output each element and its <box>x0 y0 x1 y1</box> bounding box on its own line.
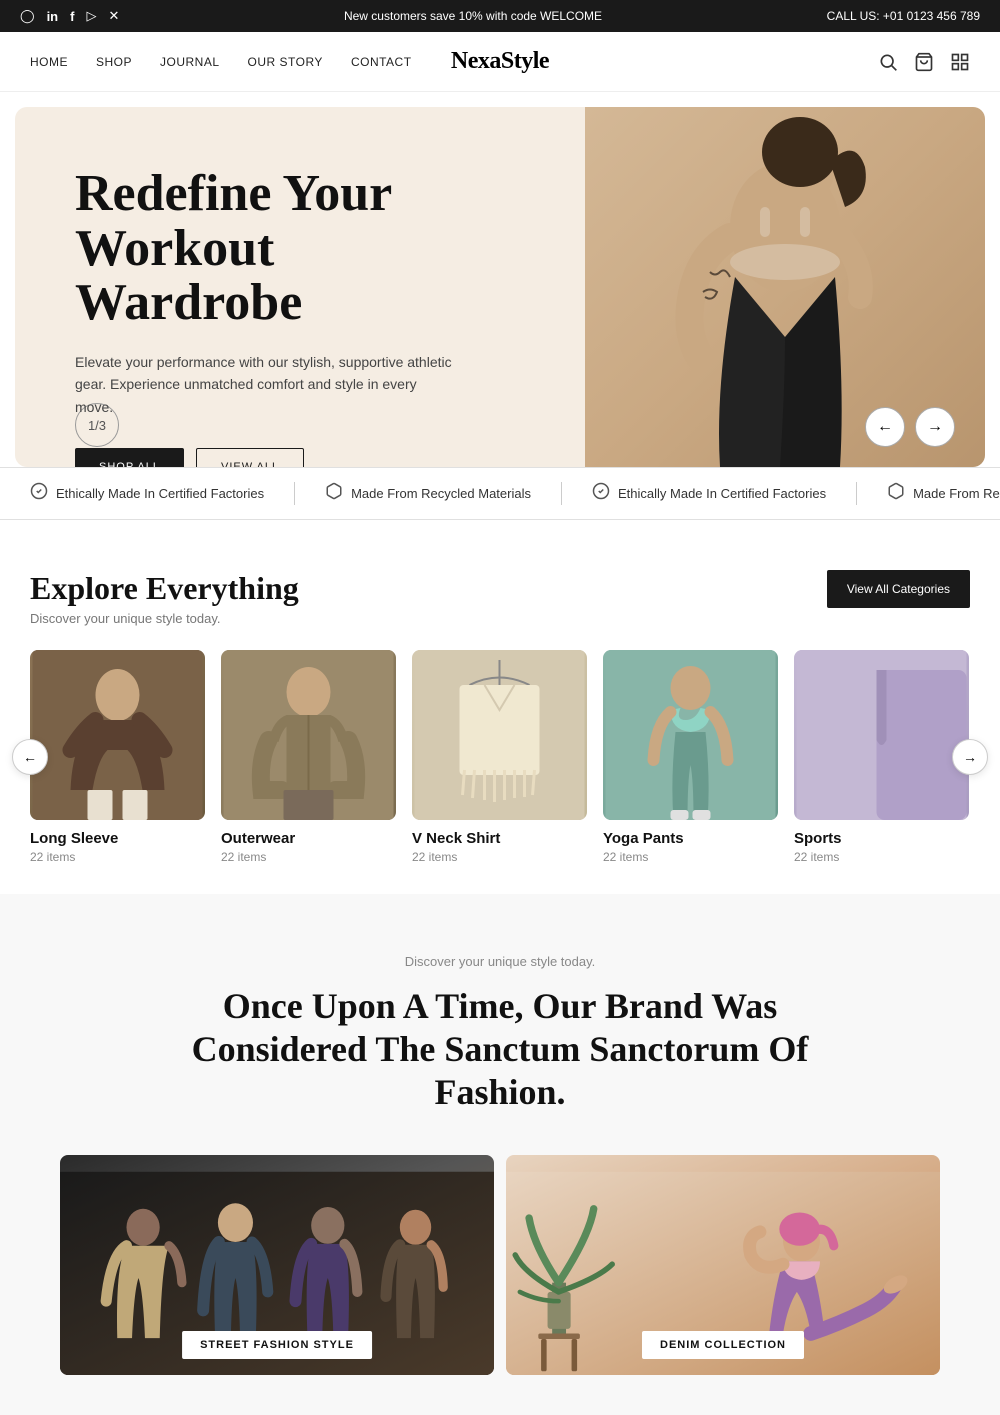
category-count-long-sleeve: 22 items <box>30 850 205 864</box>
youtube-icon[interactable]: ▷ <box>86 8 96 24</box>
collection-card-denim[interactable]: DENIM COLLECTION <box>506 1155 940 1375</box>
category-name-long-sleeve: Long Sleeve <box>30 830 205 847</box>
grid-icon[interactable] <box>950 52 970 72</box>
search-icon[interactable] <box>878 52 898 72</box>
outerwear-figure <box>221 650 396 820</box>
ticker-items: Ethically Made In Certified Factories Ma… <box>0 482 1000 505</box>
hero-section: Redefine Your Workout Wardrobe Elevate y… <box>15 107 985 467</box>
collection-card-street-fashion[interactable]: STREET FASHION STYLE <box>60 1155 494 1375</box>
category-name-outerwear: Outerwear <box>221 830 396 847</box>
main-nav: HOME SHOP JOURNAL OUR STORY CONTACT Nexa… <box>0 32 1000 92</box>
x-icon[interactable]: ✕ <box>108 8 119 24</box>
hero-buttons[interactable]: SHOP ALL VIEW ALL <box>75 448 475 467</box>
hero-title: Redefine Your Workout Wardrobe <box>75 167 475 331</box>
category-name-vneck: V Neck Shirt <box>412 830 587 847</box>
category-grid: Long Sleeve 22 items Outer <box>30 650 970 864</box>
vneck-figure <box>412 650 587 820</box>
recycle-icon-2 <box>887 482 905 505</box>
ticker-item-2: Made From Recycled Materials <box>295 482 562 505</box>
hero-prev-button[interactable]: ← <box>865 407 905 447</box>
category-card-sports[interactable]: Sports 22 items <box>794 650 969 864</box>
collection-grid: STREET FASHION STYLE <box>30 1155 970 1375</box>
yoga-figure <box>603 650 778 820</box>
shop-all-button[interactable]: SHOP ALL <box>75 448 184 467</box>
explore-section: Explore Everything Discover your unique … <box>0 520 1000 894</box>
explore-title: Explore Everything <box>30 570 299 607</box>
facebook-icon[interactable]: f <box>70 9 74 24</box>
hero-next-button[interactable]: → <box>915 407 955 447</box>
category-carousel: ← Long Sleeve 22 items <box>30 650 970 864</box>
category-card-yoga[interactable]: Yoga Pants 22 items <box>603 650 778 864</box>
nav-icons[interactable] <box>878 52 970 72</box>
category-count-yoga: 22 items <box>603 850 778 864</box>
ticker-label-3: Ethically Made In Certified Factories <box>618 486 826 501</box>
social-links[interactable]: ◯ in f ▷ ✕ <box>20 8 119 24</box>
category-card-outerwear[interactable]: Outerwear 22 items <box>221 650 396 864</box>
category-image-yoga <box>603 650 778 820</box>
explore-subtitle: Discover your unique style today. <box>30 611 299 626</box>
nav-links[interactable]: HOME SHOP JOURNAL OUR STORY CONTACT <box>30 55 412 69</box>
collection-label-street: STREET FASHION STYLE <box>182 1331 372 1359</box>
category-image-outerwear <box>221 650 396 820</box>
sports-figure <box>794 650 969 820</box>
carousel-prev-button[interactable]: ← <box>12 739 48 775</box>
site-logo[interactable]: NexaStyle <box>451 48 549 75</box>
category-count-vneck: 22 items <box>412 850 587 864</box>
explore-header-text: Explore Everything Discover your unique … <box>30 570 299 626</box>
hero-subtitle: Elevate your performance with our stylis… <box>75 351 455 418</box>
top-bar: ◯ in f ▷ ✕ New customers save 10% with c… <box>0 0 1000 32</box>
check-circle-icon-2 <box>592 482 610 505</box>
nav-home[interactable]: HOME <box>30 55 68 69</box>
ticker-label-2: Made From Recycled Materials <box>351 486 531 501</box>
category-image-sports <box>794 650 969 820</box>
brand-story-sub: Discover your unique style today. <box>30 954 970 969</box>
view-all-button[interactable]: VIEW ALL <box>196 448 304 467</box>
nav-journal[interactable]: JOURNAL <box>160 55 220 69</box>
long-sleeve-figure <box>30 650 205 820</box>
category-image-long-sleeve <box>30 650 205 820</box>
nav-shop[interactable]: SHOP <box>96 55 132 69</box>
category-card-vneck[interactable]: V Neck Shirt 22 items <box>412 650 587 864</box>
carousel-next-button[interactable]: → <box>952 739 988 775</box>
ticker-item-3: Ethically Made In Certified Factories <box>562 482 857 505</box>
ticker-label-4: Made From Recycled Materials <box>913 486 1000 501</box>
nav-our-story[interactable]: OUR STORY <box>248 55 323 69</box>
category-name-sports: Sports <box>794 830 969 847</box>
category-count-sports: 22 items <box>794 850 969 864</box>
collection-label-denim: DENIM COLLECTION <box>642 1331 804 1359</box>
check-circle-icon <box>30 482 48 505</box>
cart-icon[interactable] <box>914 52 934 72</box>
promo-text: New customers save 10% with code WELCOME <box>119 9 826 23</box>
ticker-item-4: Made From Recycled Materials <box>857 482 1000 505</box>
view-all-categories-button[interactable]: View All Categories <box>827 570 970 608</box>
category-image-vneck <box>412 650 587 820</box>
ticker-label-1: Ethically Made In Certified Factories <box>56 486 264 501</box>
ticker-bar: Ethically Made In Certified Factories Ma… <box>0 467 1000 520</box>
explore-header: Explore Everything Discover your unique … <box>30 570 970 626</box>
category-card-long-sleeve[interactable]: Long Sleeve 22 items <box>30 650 205 864</box>
hero-content: Redefine Your Workout Wardrobe Elevate y… <box>15 107 535 467</box>
category-count-outerwear: 22 items <box>221 850 396 864</box>
call-us: CALL US: +01 0123 456 789 <box>827 9 980 23</box>
hero-navigation[interactable]: ← → <box>865 407 955 447</box>
category-name-yoga: Yoga Pants <box>603 830 778 847</box>
recycle-icon-1 <box>325 482 343 505</box>
brand-story-section: Discover your unique style today. Once U… <box>0 894 1000 1415</box>
ticker-item-1: Ethically Made In Certified Factories <box>0 482 295 505</box>
brand-story-title: Once Upon A Time, Our Brand Was Consider… <box>180 985 820 1115</box>
instagram-icon[interactable]: ◯ <box>20 8 35 24</box>
linkedin-icon[interactable]: in <box>47 9 59 24</box>
nav-contact[interactable]: CONTACT <box>351 55 412 69</box>
